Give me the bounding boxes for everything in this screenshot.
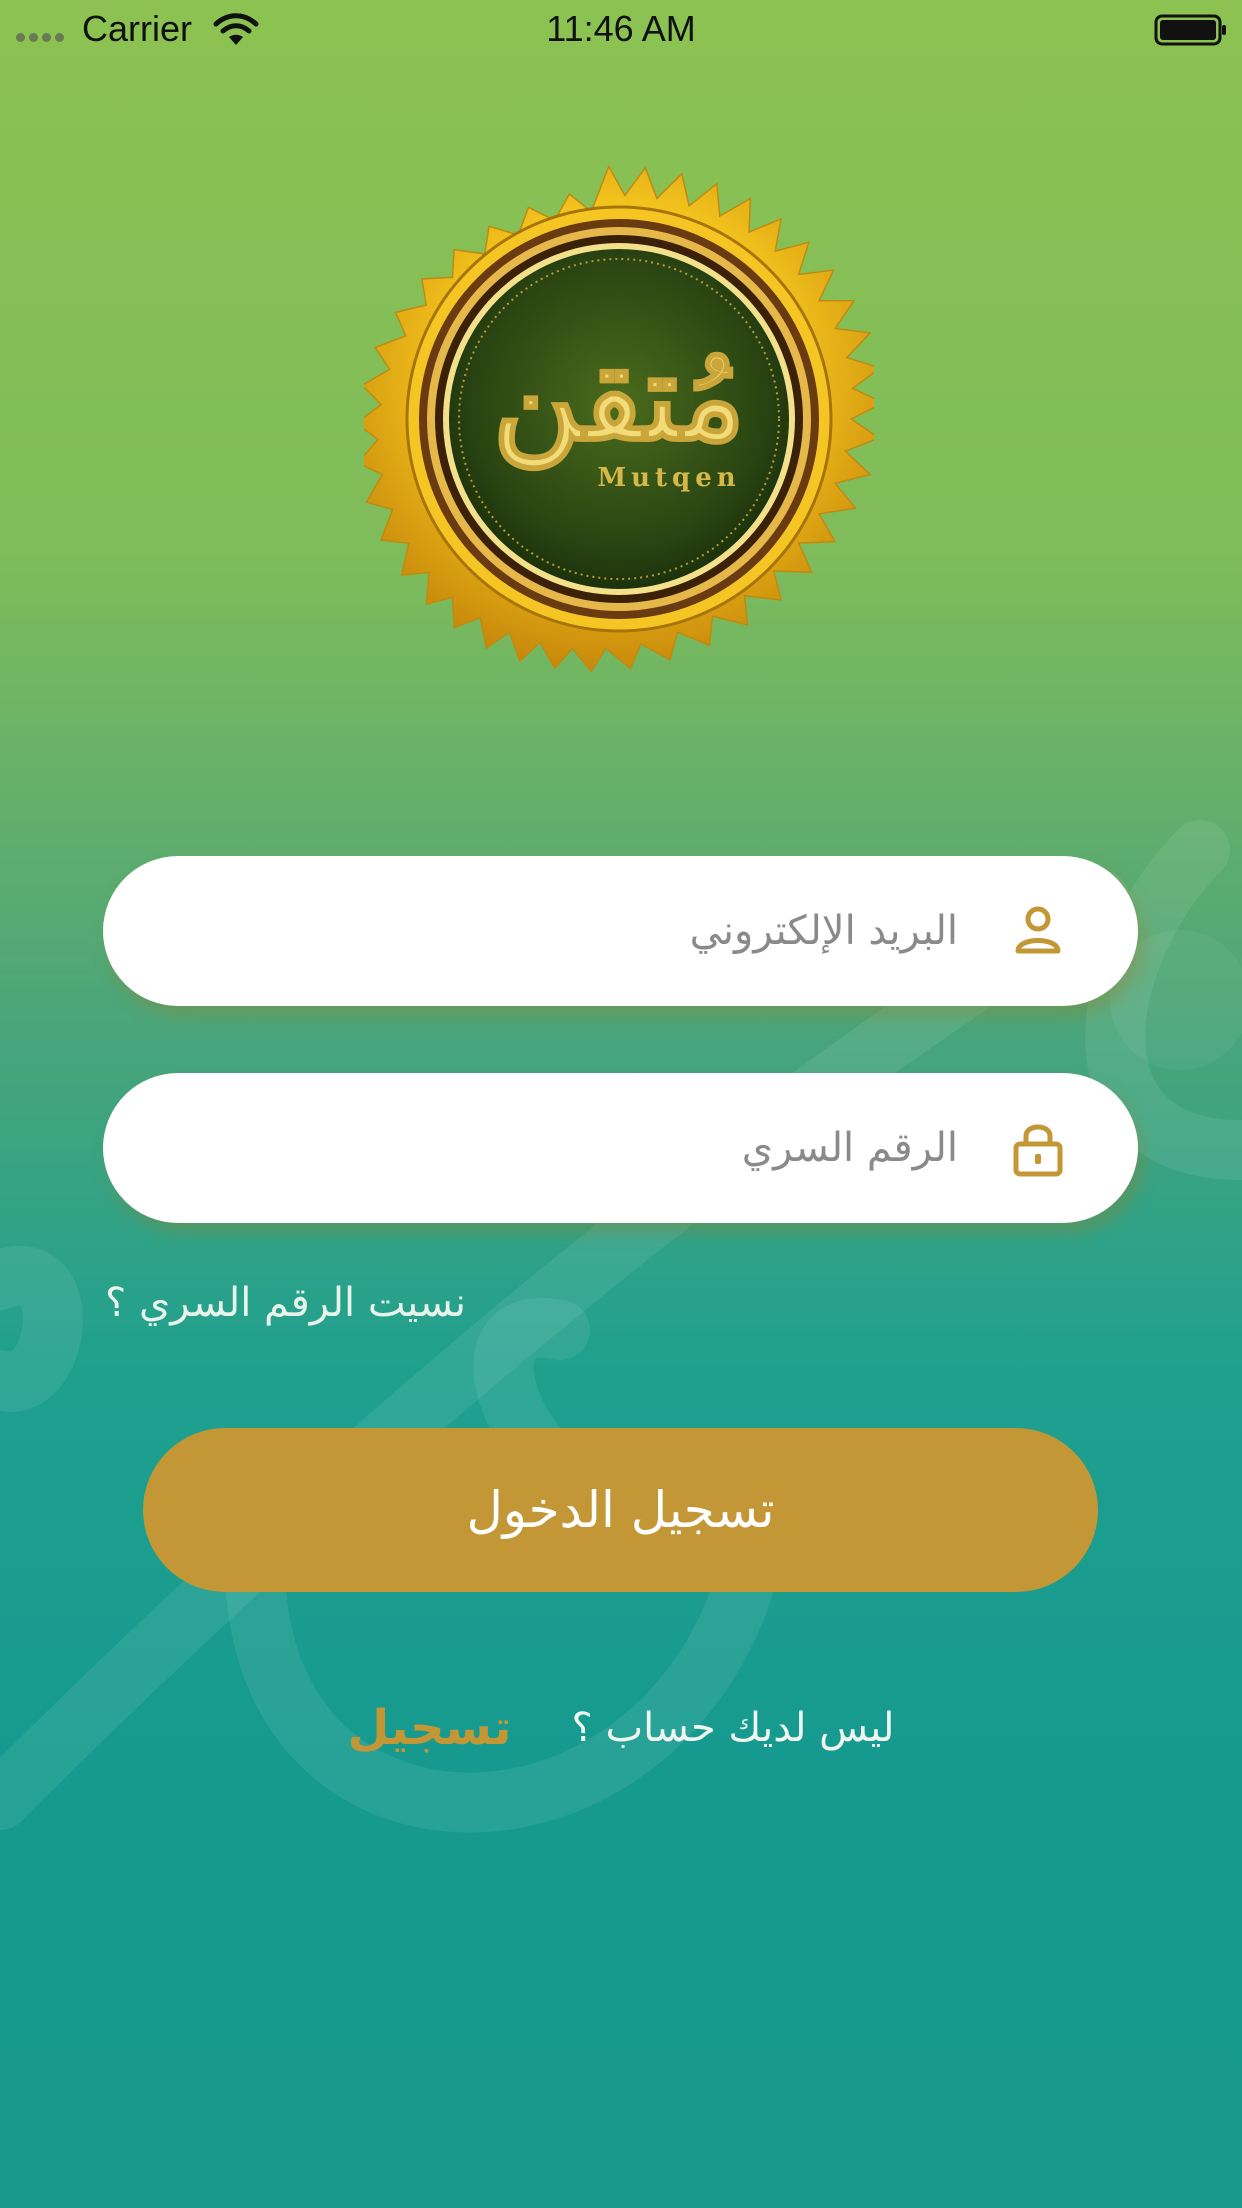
password-field-container[interactable] xyxy=(103,1073,1138,1223)
signup-row: ليس لديك حساب ؟ تسجيل xyxy=(0,1700,1242,1756)
battery-icon xyxy=(1154,14,1226,46)
lock-icon xyxy=(1013,1124,1063,1177)
login-button[interactable]: تسجيل الدخول xyxy=(143,1428,1098,1592)
email-field-container[interactable] xyxy=(103,856,1138,1006)
status-bar: Carrier 11:46 AM xyxy=(0,0,1242,60)
mutqen-logo: مُتقن Mutqen xyxy=(364,164,874,673)
forgot-password-link[interactable]: نسيت الرقم السري ؟ xyxy=(105,1280,466,1326)
password-input[interactable] xyxy=(163,1125,958,1171)
status-time: 11:46 AM xyxy=(546,8,696,49)
signup-link[interactable]: تسجيل xyxy=(348,1700,512,1756)
email-input[interactable] xyxy=(163,908,958,954)
user-icon xyxy=(1015,906,1061,954)
logo-arabic-text: مُتقن xyxy=(493,327,746,471)
no-account-prompt: ليس لديك حساب ؟ xyxy=(571,1705,895,1751)
logo-latin-text: Mutqen xyxy=(597,463,740,493)
